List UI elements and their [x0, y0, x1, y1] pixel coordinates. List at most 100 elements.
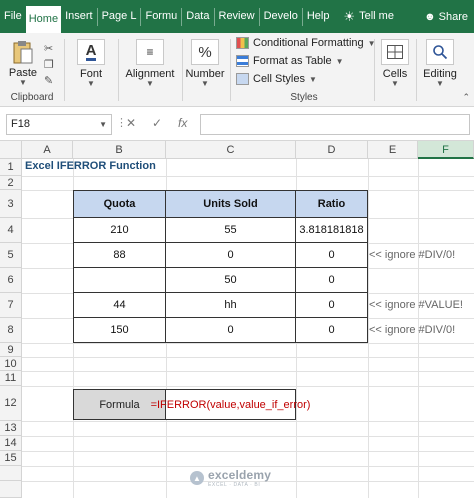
- enter-icon[interactable]: ✓: [152, 116, 162, 130]
- row-header-11[interactable]: 11: [0, 371, 22, 386]
- gridline: [22, 176, 474, 177]
- column-header-b[interactable]: B: [73, 141, 166, 159]
- chevron-down-icon[interactable]: ▼: [420, 80, 460, 88]
- number-button[interactable]: % Number ▼: [184, 39, 226, 88]
- tab-review[interactable]: Review: [215, 0, 259, 33]
- collapse-ribbon-icon[interactable]: ⌃: [462, 92, 470, 103]
- chevron-down-icon[interactable]: ▼: [122, 80, 178, 88]
- column-header-e[interactable]: E: [368, 141, 418, 159]
- cut-icon[interactable]: ✂: [44, 41, 54, 57]
- row-header-15[interactable]: 15: [0, 451, 22, 466]
- formula-bar: F18 ▼ ⋮ ✕ ✓ fx: [0, 107, 474, 141]
- tab-developer[interactable]: Develo: [260, 0, 302, 33]
- row-header-4[interactable]: 4: [0, 218, 22, 243]
- conditional-formatting-button[interactable]: Conditional Formatting ▼: [236, 37, 376, 49]
- row-header-17[interactable]: [0, 481, 22, 498]
- group-divider: [230, 39, 231, 101]
- cell-styles-button[interactable]: Cell Styles ▼: [236, 73, 317, 85]
- share-button[interactable]: ☻ Share: [424, 11, 474, 23]
- gridline: [22, 436, 474, 437]
- row-header-2[interactable]: 2: [0, 176, 22, 190]
- sheet-title[interactable]: Excel IFERROR Function: [25, 160, 156, 172]
- table-cell[interactable]: 88: [73, 243, 166, 268]
- select-all-corner[interactable]: [0, 141, 22, 159]
- chevron-down-icon[interactable]: ▼: [6, 79, 40, 87]
- editing-button[interactable]: Editing ▼: [420, 39, 460, 88]
- table-cell[interactable]: 0: [166, 243, 296, 268]
- copy-icon[interactable]: ❐: [44, 57, 54, 73]
- row-header-12[interactable]: 12: [0, 386, 22, 421]
- font-button[interactable]: A Font ▼: [77, 39, 105, 88]
- name-box[interactable]: F18 ▼: [6, 114, 112, 135]
- tab-help[interactable]: Help: [303, 0, 334, 33]
- lightbulb-icon[interactable]: ☀: [333, 9, 355, 25]
- watermark-tagline: EXCEL · DATA · BI: [208, 482, 261, 488]
- format-as-table-button[interactable]: Format as Table ▼: [236, 55, 344, 67]
- paste-button[interactable]: Paste ▼: [6, 39, 40, 87]
- row-header-10[interactable]: 10: [0, 357, 22, 371]
- column-header-a[interactable]: A: [22, 141, 73, 159]
- formula-input[interactable]: [200, 114, 470, 135]
- table-cell[interactable]: 0: [296, 318, 368, 343]
- note-ignore-value[interactable]: << ignore #VALUE!: [369, 299, 463, 311]
- cells-group: Cells ▼: [374, 33, 414, 107]
- table-cell[interactable]: 0: [296, 268, 368, 293]
- chevron-down-icon: ▼: [335, 56, 344, 66]
- table-cell[interactable]: 3.818181818: [296, 218, 368, 243]
- cancel-icon[interactable]: ✕: [126, 116, 136, 130]
- tab-formulas[interactable]: Formu: [141, 0, 181, 33]
- cells-grid-icon: [381, 39, 409, 65]
- row-header-8[interactable]: 8: [0, 318, 22, 343]
- row-header-7[interactable]: 7: [0, 293, 22, 318]
- tell-me-search[interactable]: Tell me: [355, 0, 398, 33]
- insert-function-icon[interactable]: fx: [178, 116, 187, 130]
- column-header-f[interactable]: F: [418, 141, 474, 159]
- header-quota[interactable]: Quota: [73, 190, 166, 218]
- formula-text-cell[interactable]: =IFERROR(value,value_if_error): [151, 389, 310, 420]
- tab-page-layout[interactable]: Page L: [98, 0, 141, 33]
- tab-file[interactable]: File: [0, 0, 26, 33]
- gridline: [22, 357, 474, 358]
- row-header-9[interactable]: 9: [0, 343, 22, 357]
- chevron-down-icon[interactable]: ▼: [99, 115, 107, 134]
- note-ignore-div0[interactable]: << ignore #DIV/0!: [369, 324, 455, 336]
- table-cell[interactable]: 0: [296, 243, 368, 268]
- gridline: [22, 451, 474, 452]
- note-ignore-div0[interactable]: << ignore #DIV/0!: [369, 249, 455, 261]
- header-units-sold[interactable]: Units Sold: [166, 190, 296, 218]
- tab-data[interactable]: Data: [182, 0, 213, 33]
- table-cell[interactable]: 44: [73, 293, 166, 318]
- table-cell[interactable]: 210: [73, 218, 166, 243]
- cell-styles-label: Cell Styles: [253, 73, 305, 85]
- format-painter-icon[interactable]: ✎: [44, 73, 54, 89]
- cells-button[interactable]: Cells ▼: [380, 39, 410, 88]
- table-cell[interactable]: 150: [73, 318, 166, 343]
- row-header-1[interactable]: 1: [0, 159, 22, 176]
- row-header-16[interactable]: [0, 466, 22, 481]
- tab-home[interactable]: Home: [25, 6, 62, 33]
- table-cell[interactable]: 55: [166, 218, 296, 243]
- search-icon: [426, 39, 454, 65]
- table-cell[interactable]: hh: [166, 293, 296, 318]
- table-cell[interactable]: [73, 268, 166, 293]
- row-header-13[interactable]: 13: [0, 421, 22, 436]
- chevron-down-icon[interactable]: ▼: [380, 80, 410, 88]
- column-header-c[interactable]: C: [166, 141, 296, 159]
- styles-label: Styles: [290, 92, 318, 103]
- row-header-14[interactable]: 14: [0, 436, 22, 451]
- chevron-down-icon[interactable]: ▼: [77, 80, 105, 88]
- row-header-3[interactable]: 3: [0, 190, 22, 218]
- ribbon-tab-bar: File Home Insert Page L Formu Data Revie…: [0, 0, 474, 33]
- table-cell[interactable]: 50: [166, 268, 296, 293]
- chevron-down-icon[interactable]: ▼: [184, 80, 226, 88]
- tab-insert[interactable]: Insert: [61, 0, 97, 33]
- table-cell[interactable]: 0: [166, 318, 296, 343]
- header-ratio[interactable]: Ratio: [296, 190, 368, 218]
- table-cell[interactable]: 0: [296, 293, 368, 318]
- row-header-6[interactable]: 6: [0, 268, 22, 293]
- gridline: [22, 421, 474, 422]
- clipboard-icon: [12, 39, 34, 65]
- column-header-d[interactable]: D: [296, 141, 368, 159]
- row-header-5[interactable]: 5: [0, 243, 22, 268]
- alignment-button[interactable]: ≡ Alignment ▼: [122, 39, 178, 88]
